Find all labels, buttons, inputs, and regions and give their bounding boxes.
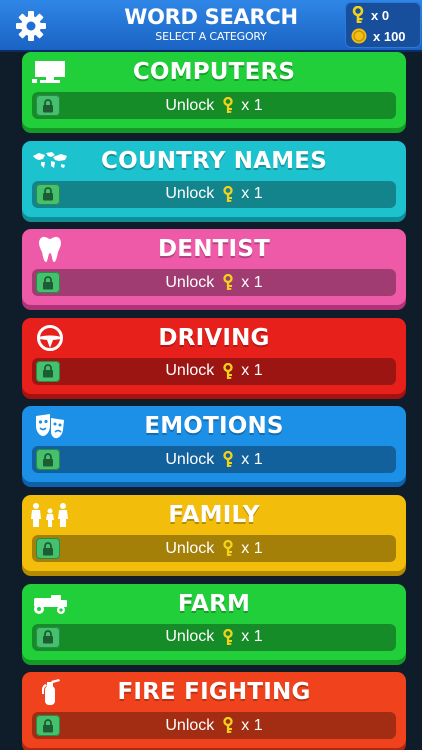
- coins-counter: x 100: [351, 26, 406, 46]
- unlock-button[interactable]: Unlock x 1: [32, 92, 396, 119]
- unlock-button[interactable]: Unlock x 1: [32, 180, 396, 208]
- category-name: COMPUTERS: [132, 59, 296, 85]
- unlock-button[interactable]: Unlock x 1: [32, 535, 396, 562]
- unlock-cost: Unlock x 1: [32, 92, 396, 119]
- unlock-cost-amount: x 1: [241, 96, 263, 114]
- unlock-cost-amount: x 1: [241, 362, 263, 380]
- unlock-cost: Unlock x 1: [32, 358, 396, 385]
- unlock-button[interactable]: Unlock x 1: [32, 446, 396, 474]
- coins-count: x 100: [373, 28, 406, 44]
- unlock-cost-amount: x 1: [241, 450, 263, 468]
- category-card-farm[interactable]: FARM Unlock x 1: [22, 583, 406, 660]
- keys-count: x 0: [371, 7, 390, 23]
- unlock-label: Unlock: [165, 96, 215, 114]
- category-card-emotions[interactable]: EMOTIONS Unlock x 1: [22, 406, 406, 483]
- unlock-cost: Unlock x 1: [32, 535, 396, 562]
- header-bar: WORD SEARCH SELECT A CATEGORY x 0 x 100: [0, 0, 422, 50]
- unlock-label: Unlock: [165, 273, 215, 291]
- unlock-cost-amount: x 1: [241, 539, 263, 557]
- unlock-label: Unlock: [165, 362, 215, 380]
- unlock-label: Unlock: [165, 628, 215, 646]
- unlock-cost: Unlock x 1: [32, 712, 396, 739]
- unlock-label: Unlock: [165, 716, 215, 734]
- key-icon: [223, 362, 233, 379]
- unlock-label: Unlock: [165, 185, 215, 203]
- key-icon: [223, 628, 233, 645]
- unlock-cost-amount: x 1: [241, 273, 263, 291]
- key-icon: [223, 185, 233, 202]
- key-icon: [223, 97, 233, 113]
- key-icon: [223, 717, 233, 734]
- keys-counter: x 0: [351, 5, 389, 25]
- category-name: COUNTRY NAMES: [101, 147, 327, 174]
- key-icon: [352, 6, 364, 23]
- key-icon: [223, 540, 233, 556]
- unlock-button[interactable]: Unlock x 1: [32, 623, 396, 651]
- category-card-country-names[interactable]: COUNTRY NAMES Unlock x 1: [22, 140, 406, 217]
- currency-panel: x 0 x 100: [345, 2, 421, 48]
- unlock-cost: Unlock x 1: [32, 269, 396, 296]
- unlock-cost-amount: x 1: [241, 185, 263, 203]
- category-card-dentist[interactable]: DENTIST Unlock x 1: [22, 229, 406, 306]
- unlock-cost-amount: x 1: [241, 716, 263, 734]
- unlock-label: Unlock: [165, 539, 215, 557]
- category-card-driving[interactable]: DRIVING Unlock x 1: [22, 317, 406, 394]
- unlock-label: Unlock: [165, 450, 215, 468]
- category-name: FAMILY: [168, 502, 260, 528]
- category-name: FIRE FIGHTING: [117, 679, 311, 706]
- unlock-cost-amount: x 1: [241, 628, 263, 646]
- category-card-family[interactable]: FAMILY Unlock x 1: [22, 495, 406, 571]
- category-name: EMOTIONS: [144, 413, 284, 440]
- category-name: DENTIST: [158, 236, 270, 263]
- category-name: FARM: [177, 590, 251, 617]
- unlock-cost: Unlock x 1: [32, 624, 396, 651]
- unlock-button[interactable]: Unlock x 1: [32, 269, 396, 297]
- key-icon: [223, 451, 233, 468]
- unlock-button[interactable]: Unlock x 1: [32, 357, 396, 385]
- category-name: DRIVING: [158, 324, 270, 351]
- unlock-cost: Unlock x 1: [32, 446, 396, 473]
- unlock-button[interactable]: Unlock x 1: [32, 712, 396, 740]
- coin-icon: [351, 28, 367, 44]
- unlock-cost: Unlock x 1: [32, 181, 396, 208]
- category-card-computers[interactable]: COMPUTERS Unlock x 1: [22, 52, 406, 128]
- key-icon: [223, 274, 233, 291]
- category-card-fire-fighting[interactable]: FIRE FIGHTING Unlock x 1: [22, 672, 406, 749]
